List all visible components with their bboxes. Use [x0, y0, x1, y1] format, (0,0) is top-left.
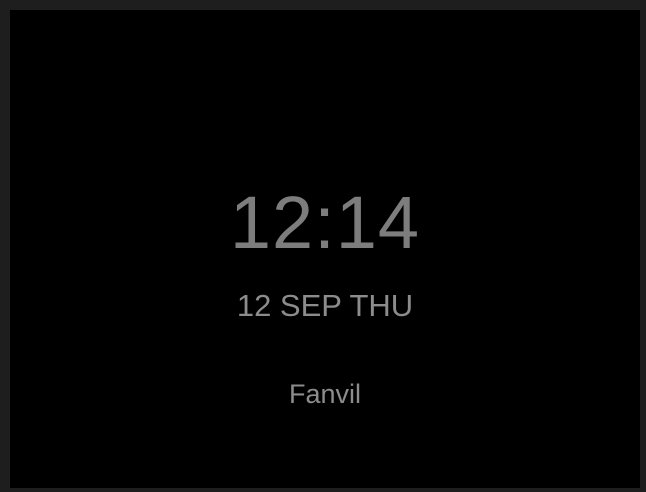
phone-idle-screen[interactable]: 12:14 12 SEP THU Fanvil	[10, 10, 640, 488]
clock-date: 12 SEP THU	[236, 288, 414, 323]
device-bezel: 12:14 12 SEP THU Fanvil	[0, 0, 646, 492]
brand-label: Fanvil	[288, 379, 362, 409]
clock-time: 12:14	[229, 181, 421, 264]
